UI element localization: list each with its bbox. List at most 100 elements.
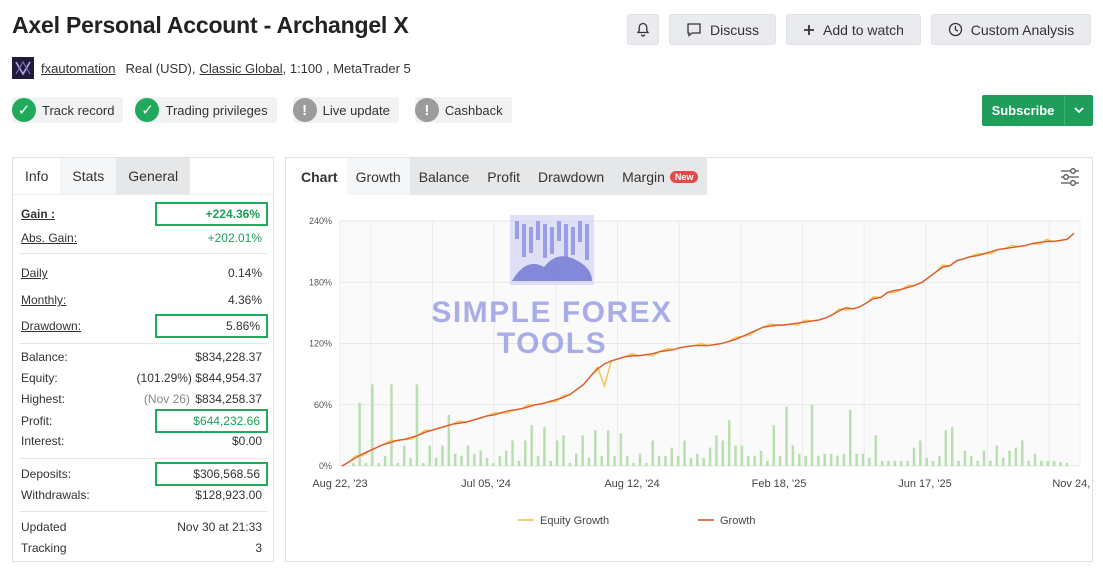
subscribe-label[interactable]: Subscribe <box>982 95 1065 126</box>
bar <box>766 460 769 466</box>
y-tick-label: 120% <box>309 339 332 349</box>
notify-button[interactable] <box>627 14 659 45</box>
stat-drawdown: Drawdown: 5.86% <box>21 313 268 339</box>
bar <box>473 453 476 466</box>
bar <box>1040 460 1043 466</box>
bar <box>798 453 801 466</box>
bar <box>428 445 431 466</box>
tab-info[interactable]: Info <box>13 158 60 194</box>
tab-balance[interactable]: Balance <box>409 158 479 195</box>
bar <box>536 455 540 466</box>
x-tick-label: Aug 22, '23 <box>312 478 367 490</box>
bar <box>575 453 578 466</box>
badges-row: ✓ Track record ✓ Trading privileges ! Li… <box>12 97 512 123</box>
bar <box>791 445 795 466</box>
badge-trading-privileges: ✓ Trading privileges <box>135 97 277 123</box>
bar <box>594 430 597 466</box>
stat-deposits: Deposits: $306,568.56 <box>21 461 268 487</box>
account-type: Real (USD), <box>125 60 196 76</box>
bar <box>848 409 852 466</box>
author-link[interactable]: fxautomation <box>41 61 115 76</box>
bar <box>664 455 667 466</box>
bar <box>632 462 635 466</box>
chart-panel: Chart Growth Balance Profit Drawdown Mar… <box>285 157 1094 562</box>
bar <box>938 455 941 466</box>
custom-analysis-button[interactable]: Custom Analysis <box>931 14 1091 45</box>
discuss-button[interactable]: Discuss <box>669 14 776 45</box>
bar <box>479 450 482 466</box>
watermark-candle <box>550 227 554 254</box>
profit-value: $644,232.66 <box>155 409 268 433</box>
tab-drawdown[interactable]: Drawdown <box>528 158 614 195</box>
bar <box>925 457 928 466</box>
bar <box>1052 460 1056 466</box>
watermark-candle <box>543 224 547 258</box>
bar <box>600 455 603 466</box>
x-tick-label: Jul 05, '24 <box>461 478 511 490</box>
bar <box>817 455 820 466</box>
bar <box>989 460 992 466</box>
badge-label: Track record <box>42 102 115 118</box>
badge-track-record: ✓ Track record <box>12 97 124 123</box>
bar <box>1014 447 1018 466</box>
bar <box>740 445 744 466</box>
bar <box>453 453 457 466</box>
tab-profit[interactable]: Profit <box>478 158 529 195</box>
bar <box>963 450 967 466</box>
tab-general[interactable]: General <box>116 158 191 194</box>
bar <box>364 462 368 466</box>
server-link[interactable]: Classic Global <box>200 61 283 76</box>
bar <box>371 384 374 466</box>
stat-tracking: Tracking 3 <box>21 541 262 555</box>
settings-sliders-icon[interactable] <box>1060 167 1080 192</box>
bar <box>861 453 865 466</box>
bar <box>581 435 584 466</box>
divider <box>19 458 267 459</box>
stat-balance: Balance: $834,228.37 <box>21 350 262 364</box>
watermark-candle <box>557 221 561 241</box>
add-to-watch-button[interactable]: Add to watch <box>786 14 921 45</box>
bar <box>772 425 776 466</box>
y-tick-label: 0% <box>319 461 332 471</box>
bar <box>976 460 979 466</box>
y-tick-label: 60% <box>314 400 332 410</box>
bar <box>530 425 533 466</box>
tab-stats[interactable]: Stats <box>60 158 117 194</box>
bar <box>1059 461 1062 466</box>
bar <box>352 462 355 466</box>
legend-label: Growth <box>720 515 755 527</box>
bar <box>899 460 903 466</box>
bar <box>415 384 419 466</box>
x-tick-label: Jun 17, '25 <box>898 478 951 490</box>
new-badge: New <box>669 170 699 183</box>
bar <box>498 455 502 466</box>
bar <box>492 462 495 466</box>
bar <box>1046 460 1050 466</box>
bar <box>555 440 559 466</box>
bar <box>753 455 756 466</box>
author-logo <box>12 57 34 79</box>
legend-label: Equity Growth <box>540 515 609 527</box>
y-axis-labels: 0% 60% 120% 180% 240% <box>309 216 332 471</box>
tab-chart[interactable]: Chart <box>292 158 347 195</box>
bar <box>422 462 425 466</box>
bar <box>1033 453 1037 466</box>
bar <box>702 457 705 466</box>
tab-growth[interactable]: Growth <box>346 158 410 195</box>
bar <box>625 455 629 466</box>
bar <box>944 430 948 466</box>
bar <box>441 445 444 466</box>
chevron-down-icon[interactable] <box>1065 95 1093 126</box>
bar <box>377 462 380 466</box>
bar <box>1001 457 1005 466</box>
bar <box>970 455 973 466</box>
bar <box>606 430 610 466</box>
bar <box>931 460 935 466</box>
tab-margin[interactable]: Margin New <box>613 158 708 195</box>
stat-interest: Interest: $0.00 <box>21 434 262 448</box>
subscribe-button[interactable]: Subscribe <box>982 95 1093 126</box>
bar <box>727 420 731 466</box>
bar <box>708 447 712 466</box>
y-tick-label: 240% <box>309 216 332 226</box>
stat-monthly: Monthly: 4.36% <box>21 293 262 307</box>
